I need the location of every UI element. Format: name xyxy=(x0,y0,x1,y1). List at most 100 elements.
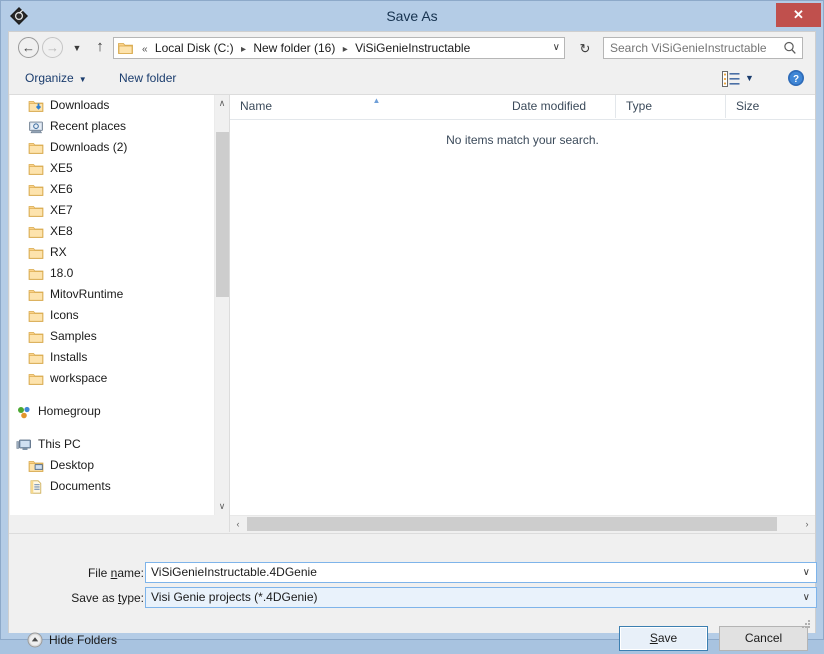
downloads-folder-icon xyxy=(28,98,44,114)
sidebar-item-label: Icons xyxy=(50,305,79,326)
breadcrumb-item-1[interactable]: New folder (16) xyxy=(253,41,335,55)
folder-icon xyxy=(28,350,44,366)
save-button[interactable]: Save xyxy=(619,626,708,651)
forward-icon[interactable]: → xyxy=(42,37,63,58)
sidebar-item-documents[interactable]: Documents xyxy=(10,476,228,497)
horizontal-scrollbar-thumb[interactable] xyxy=(247,517,777,531)
search-icon xyxy=(783,40,797,56)
file-list-horizontal-scrollbar[interactable]: ‹ › xyxy=(230,515,815,532)
window-title: Save As xyxy=(1,1,823,31)
close-button[interactable]: ✕ xyxy=(776,3,821,27)
save-form: File name: ViSiGenieInstructable.4DGenie… xyxy=(9,533,815,633)
column-header-size[interactable]: Size xyxy=(725,95,815,118)
sidebar-item-workspace[interactable]: workspace xyxy=(10,368,228,389)
sidebar-item-downloads[interactable]: Downloads xyxy=(10,95,228,116)
help-icon[interactable]: ? xyxy=(787,69,805,87)
sidebar-item-label: Samples xyxy=(50,326,97,347)
scroll-down-icon[interactable]: ∨ xyxy=(215,498,229,515)
save-as-type-value: Visi Genie projects (*.4DGenie) xyxy=(151,588,318,607)
empty-list-message: No items match your search. xyxy=(230,133,815,147)
sidebar-item-recent-places[interactable]: Recent places xyxy=(10,116,228,137)
refresh-icon[interactable]: ↻ xyxy=(572,37,598,61)
sidebar-item-mitovruntime[interactable]: MitovRuntime xyxy=(10,284,228,305)
scroll-right-icon[interactable]: › xyxy=(799,516,815,532)
back-icon[interactable]: ← xyxy=(18,37,39,58)
sidebar-item-18-0[interactable]: 18.0 xyxy=(10,263,228,284)
search-input[interactable] xyxy=(610,38,775,58)
sidebar-item-samples[interactable]: Samples xyxy=(10,326,228,347)
navigation-pane[interactable]: DownloadsRecent placesDownloads (2)XE5XE… xyxy=(10,95,228,515)
cancel-button[interactable]: Cancel xyxy=(719,626,808,651)
chevron-right-icon[interactable]: ▸ xyxy=(339,44,352,55)
sidebar-item-xe5[interactable]: XE5 xyxy=(10,158,228,179)
column-header-date-modified[interactable]: Date modified xyxy=(502,95,615,118)
breadcrumb-item-0[interactable]: Local Disk (C:) xyxy=(155,41,234,55)
sidebar-item-label: Desktop xyxy=(50,455,94,476)
search-box[interactable] xyxy=(603,37,803,59)
organize-label: Organize xyxy=(25,71,74,85)
address-chevron-down-icon[interactable]: ∨ xyxy=(553,38,560,58)
file-name-field[interactable]: ViSiGenieInstructable.4DGenie ∨ xyxy=(145,562,817,583)
column-header-row: Name ▲ Date modified Type Size xyxy=(230,95,815,120)
sidebar-item-homegroup[interactable]: Homegroup xyxy=(10,401,228,422)
homegroup-icon xyxy=(16,404,32,420)
sidebar-item-label: XE6 xyxy=(50,179,73,200)
file-name-label: File name: xyxy=(49,563,144,583)
sidebar-item-installs[interactable]: Installs xyxy=(10,347,228,368)
folder-icon xyxy=(28,287,44,303)
sidebar-section-gap xyxy=(10,422,228,434)
hide-folders-label: Hide Folders xyxy=(49,630,117,650)
save-as-type-select[interactable]: Visi Genie projects (*.4DGenie) ∨ xyxy=(145,587,817,608)
scroll-left-icon[interactable]: ‹ xyxy=(230,516,246,532)
column-header-type[interactable]: Type xyxy=(615,95,725,118)
chevron-right-icon[interactable]: ▸ xyxy=(237,44,250,55)
sidebar-scrollbar-thumb[interactable] xyxy=(216,132,229,297)
scroll-up-icon[interactable]: ∧ xyxy=(215,95,229,112)
dialog-client-area: ← → ▼ ↑ « Local Disk (C:) ▸ New folder (… xyxy=(8,31,816,633)
recent-locations-chevron-down-icon[interactable]: ▼ xyxy=(71,42,83,54)
sidebar-item-label: XE7 xyxy=(50,200,73,221)
sidebar-item-label: Downloads xyxy=(50,95,109,116)
folder-icon xyxy=(28,140,44,156)
sidebar-item-xe8[interactable]: XE8 xyxy=(10,221,228,242)
sidebar-item-label: Homegroup xyxy=(38,401,101,422)
sidebar-item-desktop[interactable]: Desktop xyxy=(10,455,228,476)
breadcrumb-overflow-icon[interactable]: « xyxy=(138,44,152,55)
view-chevron-down-icon[interactable]: ▼ xyxy=(745,64,754,93)
sidebar-item-xe6[interactable]: XE6 xyxy=(10,179,228,200)
file-name-value: ViSiGenieInstructable.4DGenie xyxy=(151,563,317,582)
sidebar-item-label: Recent places xyxy=(50,116,126,137)
command-bar: Organize▼ New folder ▼ ? xyxy=(9,64,815,95)
new-folder-button[interactable]: New folder xyxy=(119,64,176,93)
file-name-chevron-down-icon[interactable]: ∨ xyxy=(803,563,810,582)
sidebar-item-label: XE5 xyxy=(50,158,73,179)
organize-button[interactable]: Organize▼ xyxy=(25,64,87,93)
sidebar-item-xe7[interactable]: XE7 xyxy=(10,200,228,221)
sidebar-item-downloads-2[interactable]: Downloads (2) xyxy=(10,137,228,158)
folder-icon xyxy=(28,329,44,345)
navigation-bar: ← → ▼ ↑ « Local Disk (C:) ▸ New folder (… xyxy=(9,32,815,64)
file-list-pane[interactable]: Name ▲ Date modified Type Size No items … xyxy=(230,95,815,515)
folder-icon xyxy=(28,182,44,198)
sidebar-item-label: 18.0 xyxy=(50,263,73,284)
sidebar-scrollbar[interactable]: ∧ ∨ xyxy=(214,95,229,515)
documents-folder-icon xyxy=(28,479,44,495)
breadcrumb: « Local Disk (C:) ▸ New folder (16) ▸ Vi… xyxy=(138,38,470,58)
view-list-icon[interactable] xyxy=(721,70,741,88)
collapse-up-icon xyxy=(27,632,43,648)
column-header-name[interactable]: Name xyxy=(230,95,502,118)
sidebar-item-label: MitovRuntime xyxy=(50,284,123,305)
up-arrow-icon[interactable]: ↑ xyxy=(92,38,108,56)
resize-grip[interactable] xyxy=(799,617,811,629)
title-bar: Save As ✕ xyxy=(1,1,823,31)
save-as-dialog: Save As ✕ ← → ▼ ↑ « Local Disk (C:) ▸ xyxy=(0,0,824,640)
desktop-folder-icon xyxy=(28,458,44,474)
folder-icon xyxy=(28,245,44,261)
save-as-type-chevron-down-icon[interactable]: ∨ xyxy=(803,588,810,607)
breadcrumb-item-2[interactable]: ViSiGenieInstructable xyxy=(355,41,470,55)
sidebar-item-rx[interactable]: RX xyxy=(10,242,228,263)
sidebar-item-this-pc[interactable]: This PC xyxy=(10,434,228,455)
address-bar[interactable]: « Local Disk (C:) ▸ New folder (16) ▸ Vi… xyxy=(113,37,565,59)
sidebar-item-label: RX xyxy=(50,242,67,263)
sidebar-item-icons[interactable]: Icons xyxy=(10,305,228,326)
